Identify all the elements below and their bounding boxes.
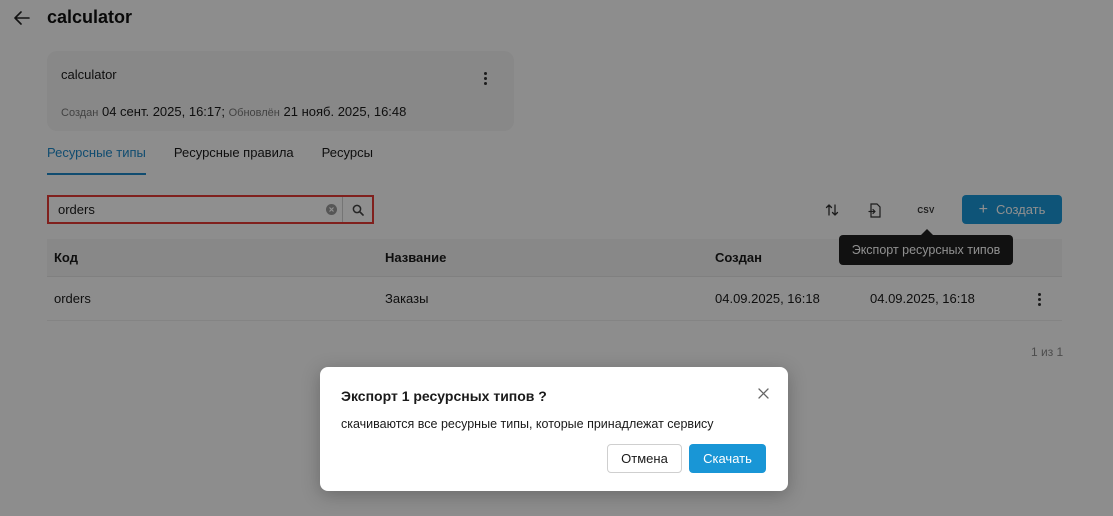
dialog-message: скачиваются все ресурные типы, которые п… (341, 417, 714, 431)
download-button[interactable]: Скачать (689, 444, 766, 473)
dialog-title: Экспорт 1 ресурсных типов ? (341, 388, 547, 404)
cancel-button[interactable]: Отмена (607, 444, 682, 473)
close-button[interactable] (754, 384, 772, 402)
close-icon (757, 387, 769, 399)
export-dialog: Экспорт 1 ресурсных типов ? скачиваются … (320, 367, 788, 491)
